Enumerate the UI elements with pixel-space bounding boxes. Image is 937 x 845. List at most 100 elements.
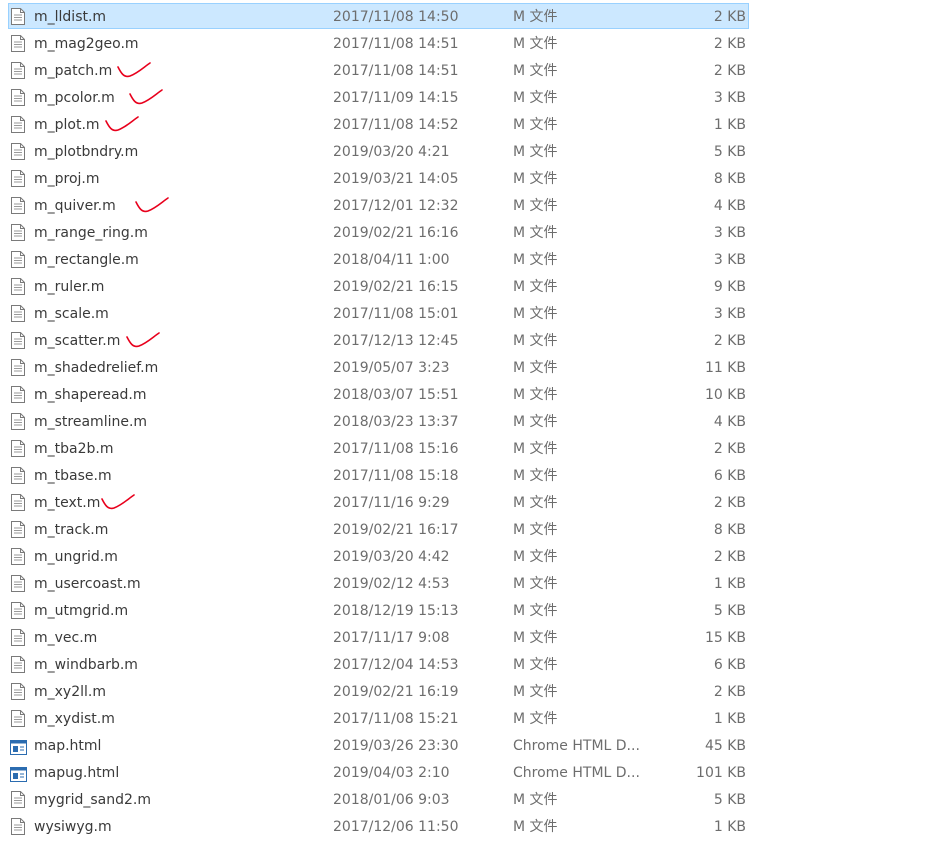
file-name[interactable]: m_utmgrid.m	[34, 598, 128, 625]
file-row[interactable]: m_xy2ll.m 2019/02/21 16:19 M 文件 2 KB	[0, 678, 937, 705]
file-row[interactable]: m_range_ring.m 2019/02/21 16:16 M 文件 3 KB	[0, 219, 937, 246]
file-size: 5 KB	[713, 144, 746, 160]
document-icon	[11, 413, 25, 430]
file-size: 8 KB	[713, 522, 746, 538]
file-row[interactable]: m_mag2geo.m 2017/11/08 14:51 M 文件 2 KB	[0, 30, 937, 57]
file-type: M 文件	[513, 549, 558, 565]
file-date-modified: 2017/11/08 15:16	[333, 441, 459, 457]
file-name[interactable]: m_xydist.m	[34, 706, 115, 733]
red-check-mark-icon	[135, 197, 169, 213]
file-size: 1 KB	[713, 576, 746, 592]
file-name[interactable]: m_quiver.m	[34, 193, 116, 220]
document-icon	[11, 278, 25, 295]
file-name[interactable]: mapug.html	[34, 760, 119, 787]
file-row[interactable]: m_streamline.m 2018/03/23 13:37 M 文件 4 KB	[0, 408, 937, 435]
file-size: 2 KB	[713, 63, 746, 79]
file-date-modified: 2017/11/08 15:01	[333, 306, 459, 322]
document-icon	[11, 332, 25, 349]
file-type: M 文件	[513, 198, 558, 214]
file-row[interactable]: wysiwyg.m 2017/12/06 11:50 M 文件 1 KB	[0, 813, 937, 840]
file-size: 2 KB	[713, 36, 746, 52]
file-date-modified: 2019/02/21 16:15	[333, 279, 459, 295]
file-type: M 文件	[513, 171, 558, 187]
file-name[interactable]: m_track.m	[34, 517, 108, 544]
file-row[interactable]: m_usercoast.m 2019/02/12 4:53 M 文件 1 KB	[0, 570, 937, 597]
file-name[interactable]: m_tbase.m	[34, 463, 112, 490]
file-size: 3 KB	[713, 252, 746, 268]
file-row[interactable]: m_quiver.m 2017/12/01 12:32 M 文件 4 KB	[0, 192, 937, 219]
file-name[interactable]: m_ungrid.m	[34, 544, 118, 571]
file-name[interactable]: m_range_ring.m	[34, 220, 148, 247]
file-date-modified: 2019/02/21 16:17	[333, 522, 459, 538]
file-date-modified: 2017/12/13 12:45	[333, 333, 459, 349]
file-name[interactable]: m_tba2b.m	[34, 436, 113, 463]
file-size: 101 KB	[696, 765, 746, 781]
file-row[interactable]: map.html 2019/03/26 23:30 Chrome HTML D...…	[0, 732, 937, 759]
file-row[interactable]: m_plot.m 2017/11/08 14:52 M 文件 1 KB	[0, 111, 937, 138]
file-name[interactable]: m_text.m	[34, 490, 100, 517]
file-row[interactable]: m_rectangle.m 2018/04/11 1:00 M 文件 3 KB	[0, 246, 937, 273]
file-name[interactable]: m_windbarb.m	[34, 652, 138, 679]
file-name[interactable]: m_shadedrelief.m	[34, 355, 158, 382]
file-name[interactable]: m_vec.m	[34, 625, 97, 652]
document-icon	[11, 548, 25, 565]
file-row[interactable]: m_scale.m 2017/11/08 15:01 M 文件 3 KB	[0, 300, 937, 327]
file-row[interactable]: m_shadedrelief.m 2019/05/07 3:23 M 文件 11 KB	[0, 354, 937, 381]
document-icon	[11, 386, 25, 403]
file-date-modified: 2018/04/11 1:00	[333, 252, 450, 268]
file-row[interactable]: m_utmgrid.m 2018/12/19 15:13 M 文件 5 KB	[0, 597, 937, 624]
file-name[interactable]: m_patch.m	[34, 58, 112, 85]
file-name[interactable]: m_proj.m	[34, 166, 100, 193]
file-row[interactable]: m_lldist.m 2017/11/08 14:50 M 文件 2 KB	[0, 3, 937, 30]
file-name[interactable]: m_xy2ll.m	[34, 679, 106, 706]
file-name[interactable]: m_lldist.m	[34, 4, 106, 31]
file-row[interactable]: m_tba2b.m 2017/11/08 15:16 M 文件 2 KB	[0, 435, 937, 462]
file-name[interactable]: m_streamline.m	[34, 409, 147, 436]
file-row[interactable]: m_xydist.m 2017/11/08 15:21 M 文件 1 KB	[0, 705, 937, 732]
file-type: M 文件	[513, 387, 558, 403]
file-size: 3 KB	[713, 225, 746, 241]
file-name[interactable]: m_scatter.m	[34, 328, 120, 355]
file-row[interactable]: m_tbase.m 2017/11/08 15:18 M 文件 6 KB	[0, 462, 937, 489]
file-row[interactable]: m_windbarb.m 2017/12/04 14:53 M 文件 6 KB	[0, 651, 937, 678]
file-date-modified: 2017/12/01 12:32	[333, 198, 459, 214]
file-row[interactable]: m_proj.m 2019/03/21 14:05 M 文件 8 KB	[0, 165, 937, 192]
file-row[interactable]: m_track.m 2019/02/21 16:17 M 文件 8 KB	[0, 516, 937, 543]
file-name[interactable]: m_ruler.m	[34, 274, 104, 301]
file-type: M 文件	[513, 63, 558, 79]
file-row[interactable]: mygrid_sand2.m 2018/01/06 9:03 M 文件 5 KB	[0, 786, 937, 813]
file-date-modified: 2019/02/12 4:53	[333, 576, 450, 592]
file-name[interactable]: m_mag2geo.m	[34, 31, 139, 58]
file-size: 45 KB	[704, 738, 746, 754]
file-name[interactable]: m_plotbndry.m	[34, 139, 138, 166]
file-name[interactable]: mygrid_sand2.m	[34, 787, 151, 814]
file-name[interactable]: m_rectangle.m	[34, 247, 139, 274]
file-type: M 文件	[513, 9, 558, 25]
file-date-modified: 2019/04/03 2:10	[333, 765, 450, 781]
file-row[interactable]: m_patch.m 2017/11/08 14:51 M 文件 2 KB	[0, 57, 937, 84]
file-date-modified: 2017/11/08 15:21	[333, 711, 459, 727]
file-row[interactable]: mapug.html 2019/04/03 2:10 Chrome HTML D..…	[0, 759, 937, 786]
document-icon	[11, 197, 25, 214]
file-name[interactable]: m_shaperead.m	[34, 382, 147, 409]
file-list: m_lldist.m 2017/11/08 14:50 M 文件 2 KB m_mag2…	[0, 3, 937, 840]
file-row[interactable]: m_vec.m 2017/11/17 9:08 M 文件 15 KB	[0, 624, 937, 651]
file-name[interactable]: m_pcolor.m	[34, 85, 115, 112]
file-date-modified: 2017/12/04 14:53	[333, 657, 459, 673]
document-icon	[11, 170, 25, 187]
file-name[interactable]: m_plot.m	[34, 112, 100, 139]
file-row[interactable]: m_ruler.m 2019/02/21 16:15 M 文件 9 KB	[0, 273, 937, 300]
file-row[interactable]: m_text.m 2017/11/16 9:29 M 文件 2 KB	[0, 489, 937, 516]
file-row[interactable]: m_ungrid.m 2019/03/20 4:42 M 文件 2 KB	[0, 543, 937, 570]
file-row[interactable]: m_shaperead.m 2018/03/07 15:51 M 文件 10 KB	[0, 381, 937, 408]
file-date-modified: 2017/11/17 9:08	[333, 630, 450, 646]
file-name[interactable]: wysiwyg.m	[34, 814, 112, 841]
file-row[interactable]: m_scatter.m 2017/12/13 12:45 M 文件 2 KB	[0, 327, 937, 354]
file-date-modified: 2017/11/16 9:29	[333, 495, 450, 511]
file-name[interactable]: m_scale.m	[34, 301, 109, 328]
file-name[interactable]: m_usercoast.m	[34, 571, 141, 598]
file-row[interactable]: m_plotbndry.m 2019/03/20 4:21 M 文件 5 KB	[0, 138, 937, 165]
document-icon	[11, 683, 25, 700]
file-name[interactable]: map.html	[34, 733, 101, 760]
file-row[interactable]: m_pcolor.m 2017/11/09 14:15 M 文件 3 KB	[0, 84, 937, 111]
